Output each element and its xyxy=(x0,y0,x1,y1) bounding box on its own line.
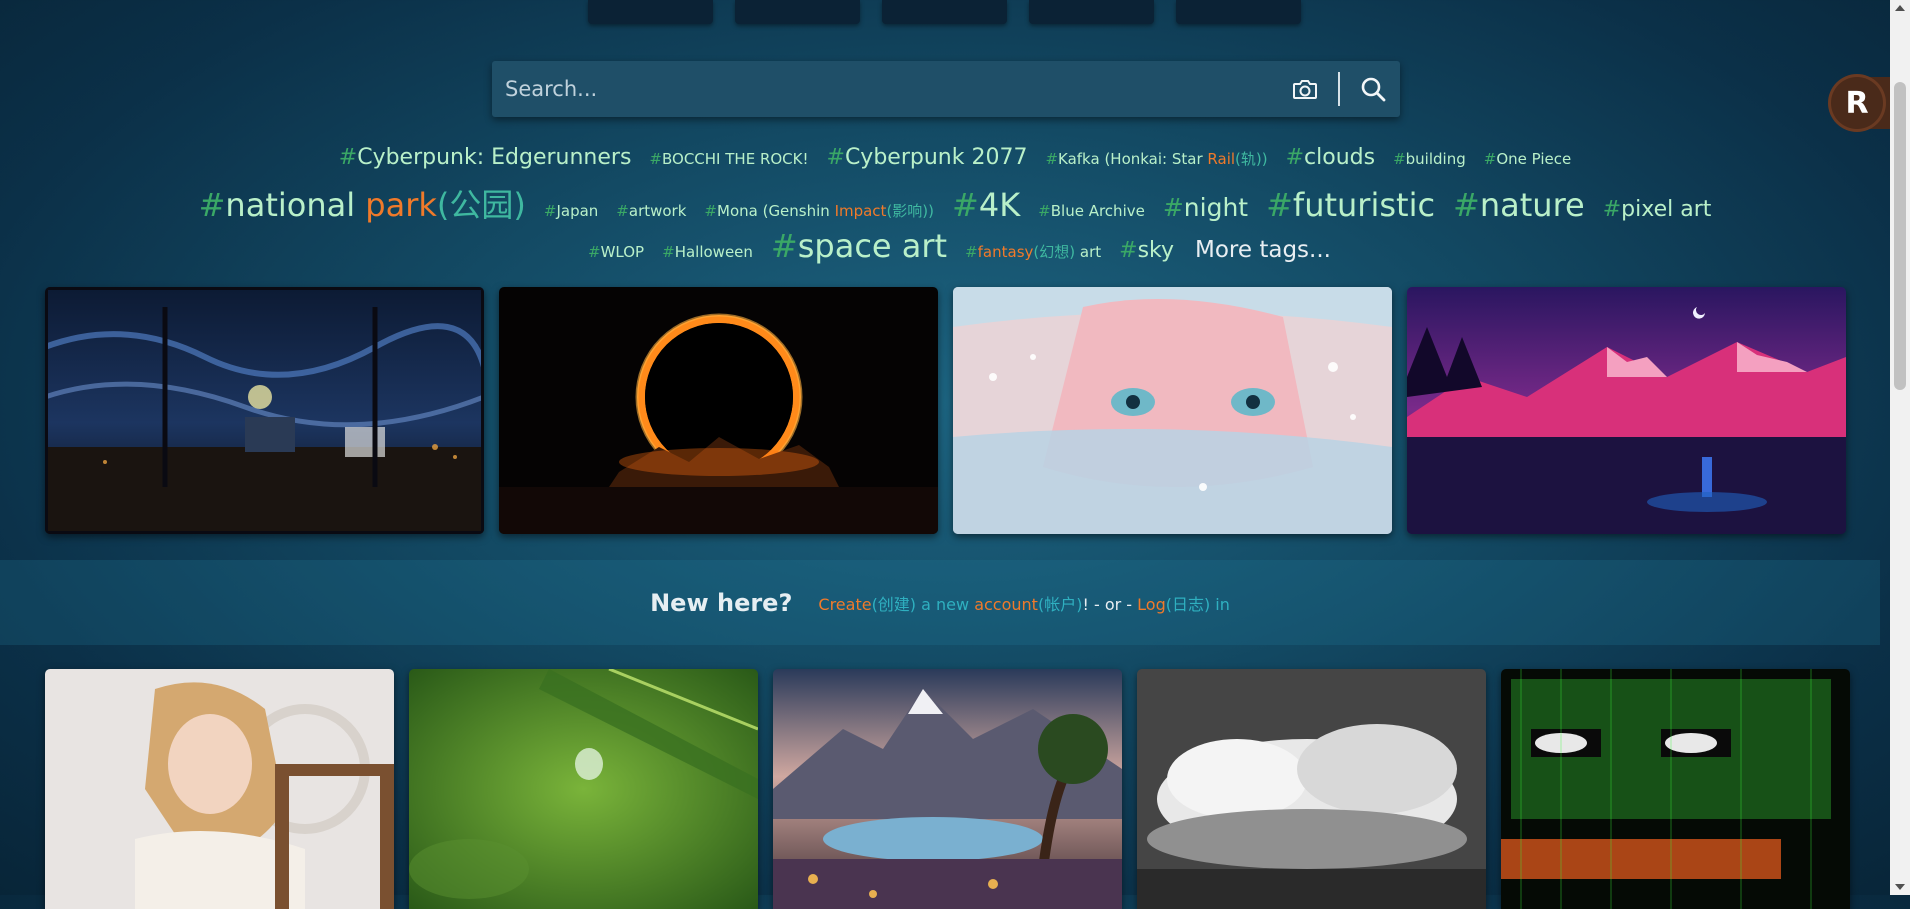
search-divider xyxy=(1338,72,1340,106)
search-icon xyxy=(1361,77,1386,102)
tag-cyberpunk-edgerunners[interactable]: #Cyberpunk: Edgerunners xyxy=(339,145,632,170)
tag-row-2: #national park(公园) #Japan #artwork #Mona… xyxy=(0,180,1910,226)
tag-space-art[interactable]: #space art xyxy=(771,227,947,265)
camera-search-button[interactable] xyxy=(1278,61,1332,117)
wallpaper-thumbnail[interactable] xyxy=(1137,669,1486,909)
scroll-up-icon[interactable] xyxy=(1895,5,1905,11)
new-here-title: New here? xyxy=(650,588,793,617)
tag-row-1: #Cyberpunk: Edgerunners #BOCCHI THE ROCK… xyxy=(0,145,1910,170)
avatar[interactable]: R xyxy=(1831,77,1883,129)
log-in-link[interactable]: Log(日志) in xyxy=(1137,595,1230,614)
wallpaper-thumbnail[interactable] xyxy=(45,287,484,534)
tag-artwork[interactable]: #artwork xyxy=(616,202,686,220)
tag-bocchi-the-rock[interactable]: #BOCCHI THE ROCK! xyxy=(649,150,808,168)
tag-kafka[interactable]: #Kafka (Honkai: Star Rail(轨)) xyxy=(1045,148,1267,169)
wallpaper-thumbnail[interactable] xyxy=(1407,287,1846,534)
tag-blue-archive[interactable]: #Blue Archive xyxy=(1038,202,1145,220)
wallpaper-thumbnail[interactable] xyxy=(409,669,758,909)
top-tab-3[interactable] xyxy=(882,0,1007,24)
tag-futuristic[interactable]: #futuristic xyxy=(1266,186,1435,224)
tag-clouds[interactable]: #clouds xyxy=(1286,145,1375,170)
featured-wallpapers-row xyxy=(45,287,1846,534)
tag-4k[interactable]: #4K xyxy=(952,186,1020,224)
tag-national-park[interactable]: #national park(公园) xyxy=(199,180,526,226)
camera-icon xyxy=(1293,80,1317,99)
tag-one-piece[interactable]: #One Piece xyxy=(1484,150,1571,168)
signup-banner: New here? Create(创建) a new account(帐户)! … xyxy=(0,560,1880,645)
search-input[interactable] xyxy=(492,61,1278,117)
tag-fantasy-art[interactable]: #fantasy(幻想) art xyxy=(965,241,1101,262)
avatar-letter: R xyxy=(1845,85,1869,121)
top-tab-4[interactable] xyxy=(1029,0,1154,24)
wallpaper-thumbnail[interactable] xyxy=(499,287,938,534)
tag-mona-genshin-impact[interactable]: #Mona (Genshin Impact(影响)) xyxy=(704,200,934,221)
top-tab-5[interactable] xyxy=(1176,0,1301,24)
scrollbar[interactable] xyxy=(1890,0,1910,895)
tag-sky[interactable]: #sky xyxy=(1119,238,1174,263)
tag-pixel-art[interactable]: #pixel art xyxy=(1603,197,1712,222)
create-account-link[interactable]: Create(创建) a new account(帐户)! xyxy=(818,595,1088,614)
top-tab-1[interactable] xyxy=(588,0,713,24)
wallpaper-thumbnail[interactable] xyxy=(773,669,1122,909)
wallpapers-grid-row xyxy=(45,669,1850,909)
tag-building[interactable]: #building xyxy=(1393,150,1466,168)
signup-text: Create(创建) a new account(帐户)! - or - Log… xyxy=(818,594,1230,614)
tag-halloween[interactable]: #Halloween xyxy=(662,243,753,261)
search-bar xyxy=(492,61,1400,117)
tag-japan[interactable]: #Japan xyxy=(544,202,598,220)
scrollbar-thumb[interactable] xyxy=(1894,82,1906,390)
tag-wlop[interactable]: #WLOP xyxy=(588,243,644,261)
tag-cyberpunk-2077[interactable]: #Cyberpunk 2077 xyxy=(827,145,1028,170)
search-button[interactable] xyxy=(1346,61,1400,117)
tag-row-3: #WLOP #Halloween #space art #fantasy(幻想)… xyxy=(0,227,1910,265)
tag-nature[interactable]: #nature xyxy=(1453,186,1585,224)
top-tab-2[interactable] xyxy=(735,0,860,24)
wallpaper-thumbnail[interactable] xyxy=(953,287,1392,534)
top-nav-tabs xyxy=(588,0,1301,24)
more-tags-link[interactable]: More tags... xyxy=(1195,237,1331,263)
scroll-down-icon[interactable] xyxy=(1895,884,1905,890)
wallpaper-thumbnail[interactable] xyxy=(1501,669,1850,909)
wallpaper-thumbnail[interactable] xyxy=(45,669,394,909)
tag-night[interactable]: #night xyxy=(1163,193,1248,222)
